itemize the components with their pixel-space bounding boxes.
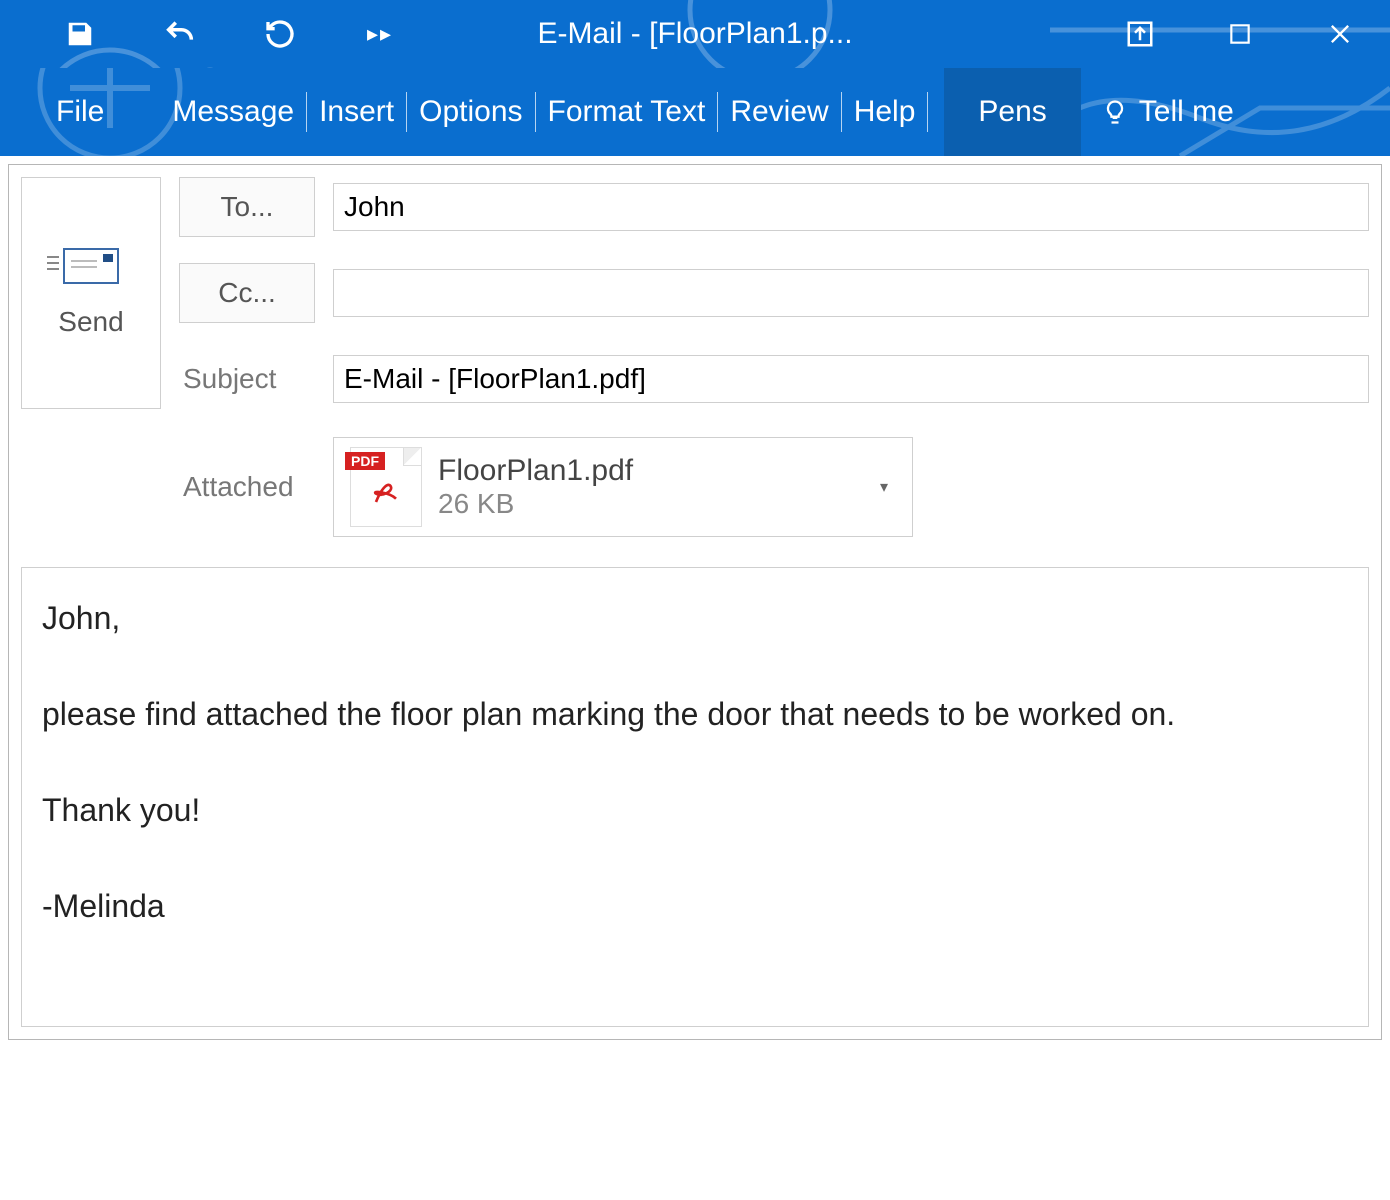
tab-file[interactable]: File [0, 68, 160, 156]
cc-button[interactable]: Cc... [179, 263, 315, 323]
tab-pens[interactable]: Pens [944, 68, 1080, 156]
quick-access-toolbar: ▸▸ [0, 14, 400, 54]
maximize-icon[interactable] [1220, 14, 1260, 54]
message-body[interactable]: John, please find attached the floor pla… [21, 567, 1369, 1027]
title-bar: ▸▸ E-Mail - [FloorPlan1.p... [0, 0, 1390, 68]
attachment-name: FloorPlan1.pdf [438, 454, 633, 488]
attachment-size: 26 KB [438, 488, 633, 520]
cc-input[interactable] [333, 269, 1369, 317]
compose-area: Send To... Cc... Subject Attached PDF Fl… [8, 164, 1382, 1040]
tab-message[interactable]: Message [160, 68, 306, 156]
pdf-icon: PDF [350, 447, 422, 527]
tell-me-label: Tell me [1139, 95, 1234, 129]
tab-insert[interactable]: Insert [307, 68, 406, 156]
attached-label: Attached [179, 471, 315, 503]
overflow-icon[interactable]: ▸▸ [360, 14, 400, 54]
subject-input[interactable] [333, 355, 1369, 403]
close-icon[interactable] [1320, 14, 1360, 54]
tab-format-text[interactable]: Format Text [536, 68, 718, 156]
lightbulb-icon [1101, 98, 1129, 126]
subject-label: Subject [179, 363, 315, 395]
send-button[interactable]: Send [21, 177, 161, 409]
to-button[interactable]: To... [179, 177, 315, 237]
window-title: E-Mail - [FloorPlan1.p... [537, 17, 852, 51]
to-input[interactable] [333, 183, 1369, 231]
pdf-badge: PDF [345, 452, 385, 470]
minimize-to-tray-icon[interactable] [1120, 14, 1160, 54]
ribbon: File Message Insert Options Format Text … [0, 68, 1390, 156]
envelope-icon [63, 248, 119, 284]
send-label: Send [58, 306, 123, 338]
refresh-icon[interactable] [260, 14, 300, 54]
undo-icon[interactable] [160, 14, 200, 54]
attachment-item[interactable]: PDF FloorPlan1.pdf 26 KB ▾ [333, 437, 913, 537]
window-controls [1120, 14, 1360, 54]
save-icon[interactable] [60, 14, 100, 54]
tab-review[interactable]: Review [718, 68, 840, 156]
tab-help[interactable]: Help [842, 68, 928, 156]
chevron-down-icon[interactable]: ▾ [880, 477, 888, 497]
tell-me[interactable]: Tell me [1081, 95, 1254, 129]
tab-options[interactable]: Options [407, 68, 534, 156]
